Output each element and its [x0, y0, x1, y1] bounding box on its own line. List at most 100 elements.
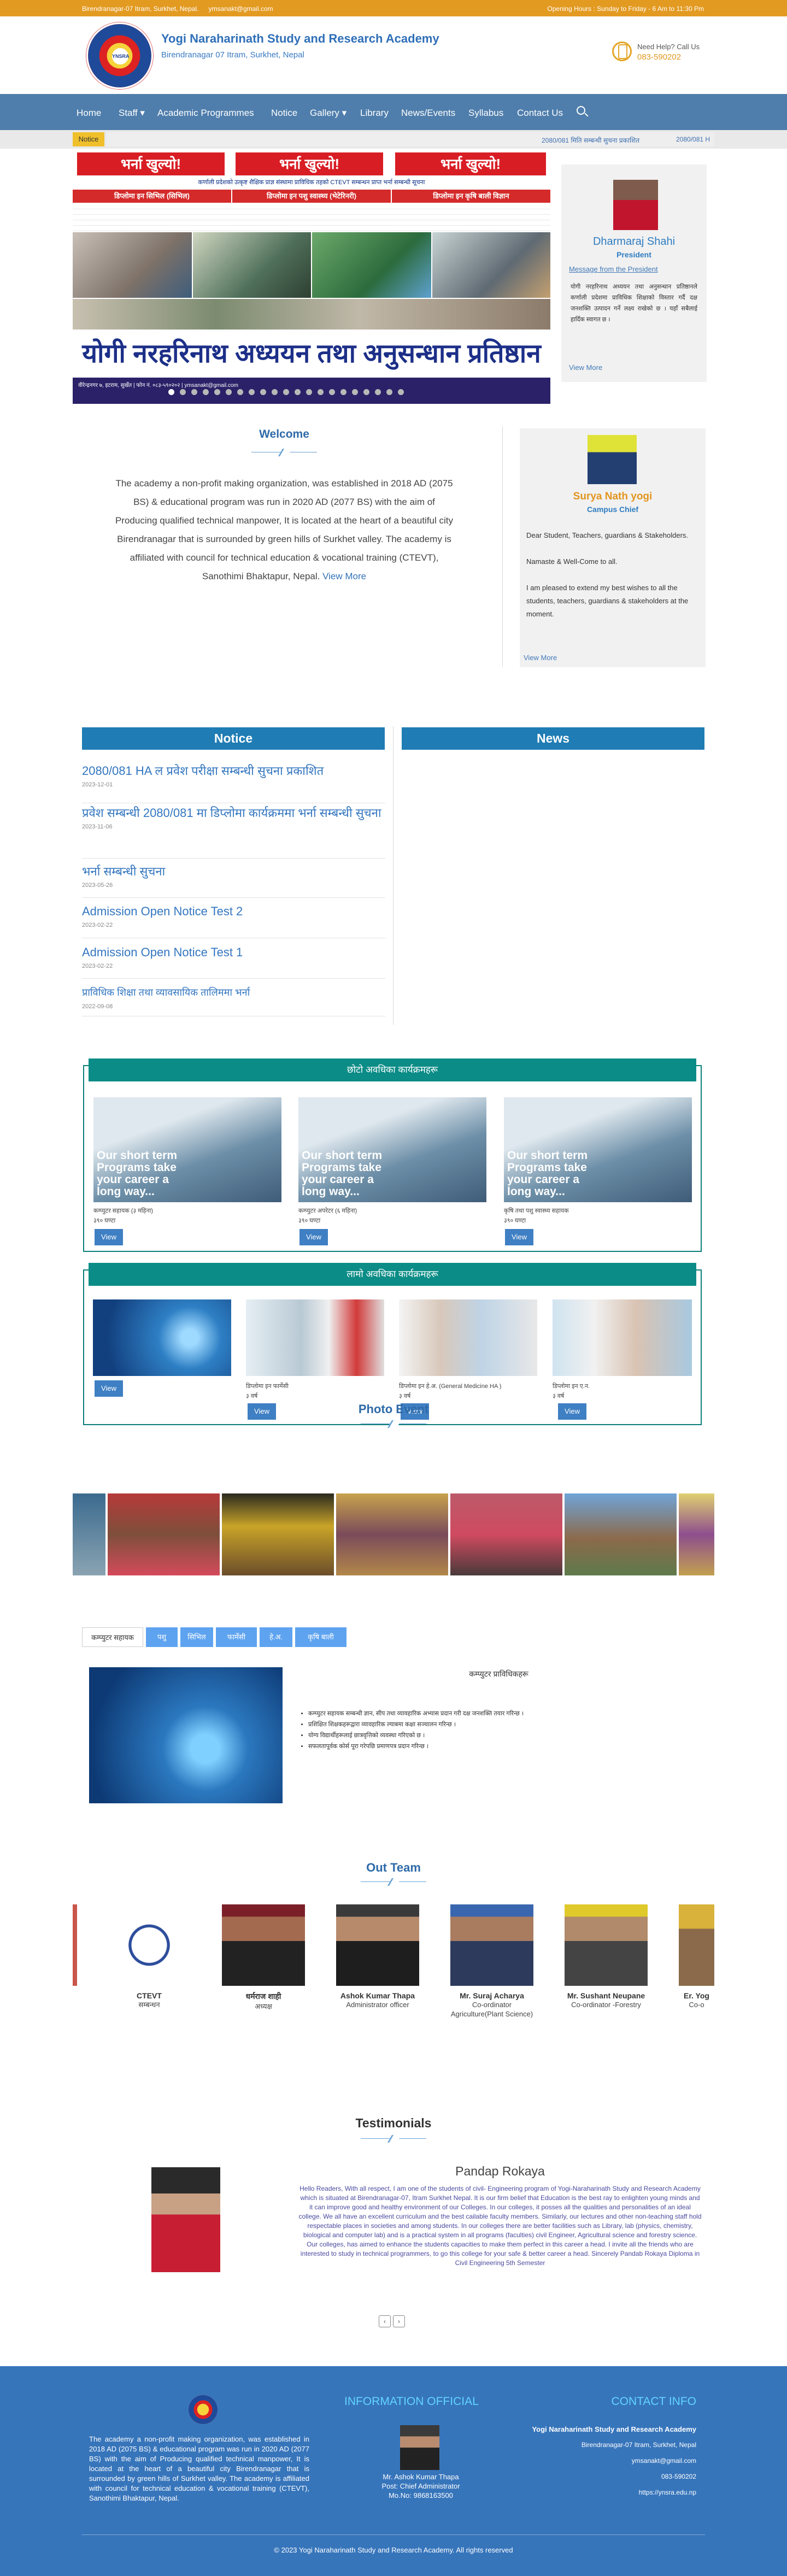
banner-photo	[193, 232, 311, 298]
program-duration: ३९० घण्टा	[93, 1218, 116, 1224]
notice-separator	[82, 978, 385, 979]
notice-title[interactable]: Admission Open Notice Test 2	[82, 903, 385, 920]
topbar-email[interactable]: ymsanakt@gmail.com	[208, 5, 273, 13]
program-image[interactable]	[93, 1299, 231, 1376]
academy-logo[interactable]: YNSRA	[86, 22, 153, 89]
tab-content-list: कम्प्युटर सहायक सम्बन्धी ज्ञान, सीप तथा …	[295, 1708, 700, 1752]
search-icon[interactable]	[577, 106, 585, 115]
logo-text: YNSRA	[112, 48, 130, 64]
nav-academic-programmes[interactable]: Academic Programmes	[157, 108, 254, 119]
notice-ticker[interactable]: 2080/081 मिति सम्बन्धी सुचना प्रकाशित 20…	[107, 132, 714, 146]
team-member[interactable]: Er. Yog Co-o	[679, 1904, 714, 2009]
member-role: Co-ordinator Agriculture(Plant Science)	[450, 2001, 533, 2018]
site-title[interactable]: Yogi Naraharinath Study and Research Aca…	[161, 32, 439, 46]
tab-bullet: कम्प्युटर सहायक सम्बन्धी ज्ञान, सीप तथा …	[308, 1708, 700, 1719]
notice-title[interactable]: भर्ना सम्बन्धी सुचना	[82, 863, 385, 880]
member-role: अध्यक्ष	[255, 2002, 272, 2010]
president-view-more[interactable]: View More	[569, 363, 602, 372]
tab-agri[interactable]: कृषि बाली	[295, 1627, 346, 1647]
testimonials-heading: Testimonials	[355, 2116, 432, 2130]
nav-syllabus[interactable]: Syllabus	[468, 108, 503, 119]
gallery-photo[interactable]	[450, 1493, 562, 1575]
view-button[interactable]: View	[95, 1229, 123, 1245]
banner-headline: भर्ना खुल्यो!	[77, 152, 225, 175]
program-image[interactable]: Our short term Programs take your career…	[93, 1097, 281, 1202]
gallery-photo[interactable]	[73, 1493, 105, 1575]
nav-notice[interactable]: Notice	[271, 108, 297, 119]
program-image[interactable]: Our short term Programs take your career…	[504, 1097, 692, 1202]
tab-computer[interactable]: कम्प्युटर सहायक	[82, 1627, 143, 1647]
ticker-item[interactable]: 2080/081 H	[676, 136, 710, 143]
notice-item[interactable]: 2080/081 HA ल प्रवेश परीक्षा सम्बन्धी सु…	[82, 762, 385, 788]
nav-library[interactable]: Library	[360, 108, 389, 119]
tab-ha[interactable]: हे.अ.	[260, 1627, 292, 1647]
tab-vet[interactable]: पशु	[146, 1627, 178, 1647]
chief-name: Surya Nath yogi	[573, 491, 653, 502]
next-arrow-icon[interactable]: ›	[393, 2315, 405, 2327]
testimonial-photo	[151, 2167, 220, 2272]
program-image[interactable]: Our short term Programs take your career…	[298, 1097, 486, 1202]
notice-title[interactable]: प्रवेश सम्बन्धी 2080/081 मा डिप्लोमा कार…	[82, 804, 385, 821]
nav-staff[interactable]: Staff ▾	[119, 108, 145, 119]
banner-program: डिप्लोमा इन पशु स्वास्थ्य (भेटेरिनरी)	[232, 190, 391, 203]
notice-item[interactable]: Admission Open Notice Test 1 2023-02-22	[82, 944, 385, 969]
prev-arrow-icon[interactable]: ‹	[379, 2315, 391, 2327]
notice-item[interactable]: Admission Open Notice Test 2 2023-02-22	[82, 903, 385, 928]
team-member[interactable]: Ashok Kumar Thapa Administrator officer	[336, 1904, 419, 2009]
team-member[interactable]: Mr. Sushant Neupane Co-ordinator -Forestr…	[565, 1904, 648, 2009]
program-image[interactable]	[246, 1299, 384, 1376]
gallery-photo[interactable]	[222, 1493, 334, 1575]
footer-official-heading: INFORMATION OFFICIAL	[344, 2395, 479, 2408]
contact-website[interactable]: https://ynsra.edu.np	[475, 2485, 696, 2501]
divider-icon	[361, 2133, 426, 2144]
gallery-photo[interactable]	[679, 1493, 714, 1575]
slider-dots[interactable]	[168, 389, 409, 397]
divider-icon	[361, 1419, 426, 1430]
hero-slider[interactable]: भर्ना खुल्यो! भर्ना खुल्यो! भर्ना खुल्यो…	[73, 150, 550, 404]
gallery-photo[interactable]	[336, 1493, 448, 1575]
tab-civil[interactable]: सिभिल	[180, 1627, 213, 1647]
notice-item[interactable]: प्राविधिक शिक्षा तथा व्यावसायिक तालिममा …	[82, 984, 385, 1010]
gallery-photo[interactable]	[108, 1493, 220, 1575]
notice-item[interactable]: भर्ना सम्बन्धी सुचना 2023-05-26	[82, 863, 385, 889]
notice-date: 2022-09-08	[82, 1003, 113, 1010]
tab-pharmacy[interactable]: फार्मेसी	[216, 1627, 257, 1647]
program-title: डिप्लोमा इन हे.अ. (General Medicine HA )	[399, 1383, 502, 1390]
program-duration: ३ वर्ष	[399, 1393, 411, 1399]
view-button[interactable]: View	[505, 1229, 533, 1245]
footer-logo	[189, 2395, 218, 2424]
contact-email[interactable]: ymsanakt@gmail.com	[475, 2453, 696, 2469]
team-member[interactable]: Mr. Suraj Acharya Co-ordinator Agricultur…	[450, 1904, 533, 2019]
team-member[interactable]: CTEVT सम्बन्धन	[108, 1904, 191, 2009]
notice-title[interactable]: Admission Open Notice Test 1	[82, 944, 385, 961]
program-image[interactable]	[553, 1299, 692, 1376]
notice-item[interactable]: प्रवेश सम्बन्धी 2080/081 मा डिप्लोमा कार…	[82, 804, 385, 830]
chief-view-more[interactable]: View More	[524, 654, 557, 662]
long-programs-heading: लामो अवधिका कार्यक्रमहरू	[89, 1263, 696, 1286]
banner-title: योगी नरहरिनाथ अध्ययन तथा अनुसन्धान प्रति…	[73, 331, 550, 378]
program-image-caption: Our short term Programs take your career…	[302, 1149, 383, 1198]
member-name: Mr. Suraj Acharya	[460, 1991, 524, 2000]
member-name: Er. Yog	[684, 1991, 709, 2000]
notice-title[interactable]: 2080/081 HA ल प्रवेश परीक्षा सम्बन्धी सु…	[82, 762, 385, 779]
help-phone[interactable]: 083-590202	[637, 52, 681, 62]
chief-namaste: Namaste & Well-Come to all.	[526, 557, 618, 566]
program-title: कम्प्युटर सहायक (३ महिना)	[93, 1208, 154, 1214]
banner-headline: भर्ना खुल्यो!	[395, 152, 546, 175]
program-image[interactable]	[399, 1299, 537, 1376]
nav-contact-us[interactable]: Contact Us	[517, 108, 563, 119]
team-member[interactable]: धर्मराज शाही अध्यक्ष	[222, 1904, 305, 2011]
notice-title[interactable]: प्राविधिक शिक्षा तथा व्यावसायिक तालिममा …	[82, 984, 385, 1001]
view-button[interactable]: View	[95, 1380, 123, 1397]
nav-gallery[interactable]: Gallery ▾	[310, 108, 346, 119]
ticker-item[interactable]: 2080/081 मिति सम्बन्धी सुचना प्रकाशित	[542, 136, 639, 145]
view-button[interactable]: View	[299, 1229, 328, 1245]
contact-phone[interactable]: 083-590202	[475, 2469, 696, 2485]
gallery-photo[interactable]	[565, 1493, 677, 1575]
member-photo	[222, 1904, 305, 1986]
president-message-link[interactable]: Message from the President	[569, 265, 658, 273]
nav-news-events[interactable]: News/Events	[401, 108, 455, 119]
nav-home[interactable]: Home	[77, 108, 101, 119]
welcome-view-more[interactable]: View More	[322, 571, 366, 581]
program-duration: ३९० घण्टा	[298, 1218, 321, 1224]
